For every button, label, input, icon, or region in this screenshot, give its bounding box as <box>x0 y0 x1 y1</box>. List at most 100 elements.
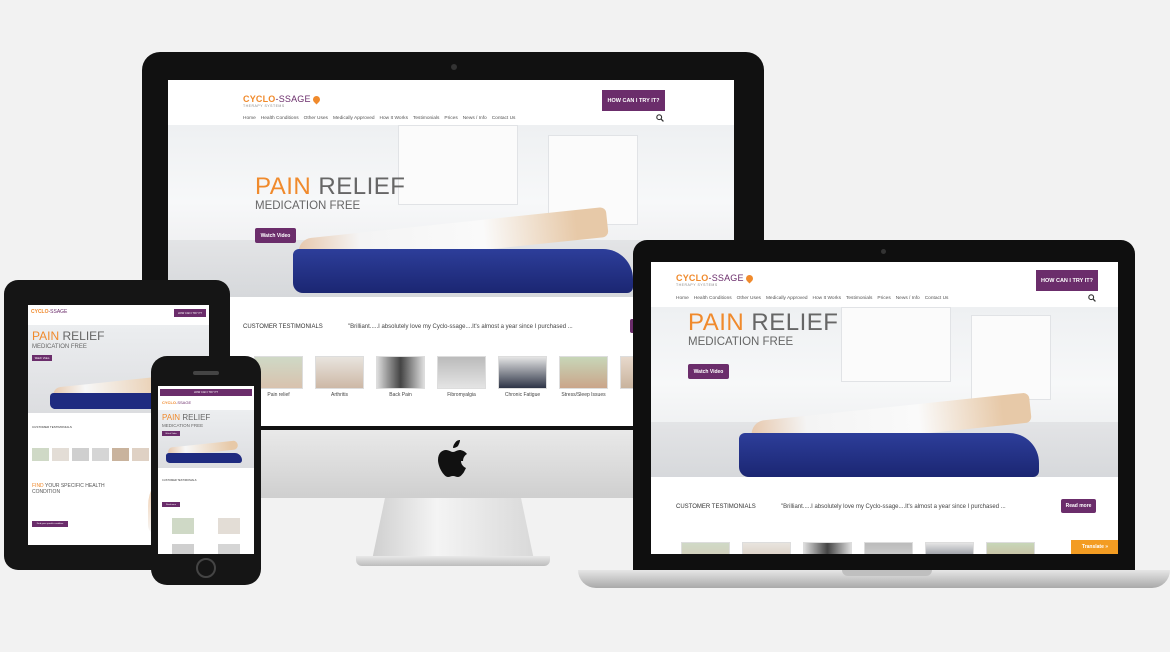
condition-label: Pain relief <box>267 392 290 398</box>
site-logo[interactable]: CYCLO-SSAGE THERAPY SYSTEMS <box>676 273 755 287</box>
imac-camera <box>451 64 457 70</box>
nav-news-info[interactable]: News / Info <box>463 116 487 121</box>
watch-video-button[interactable]: Watch Video <box>688 364 729 379</box>
hero-title: PAIN RELIEF <box>32 329 104 343</box>
heart-icon <box>744 273 755 284</box>
watch-video-button[interactable]: Watch Video <box>255 228 296 243</box>
hero-subtitle: MEDICATION FREE <box>162 423 204 428</box>
imac-stand-foot <box>356 556 550 566</box>
condition-image <box>803 542 852 554</box>
nav-prices[interactable]: Prices <box>444 116 457 121</box>
hero-title: PAIN RELIEF <box>162 413 210 422</box>
condition-image[interactable] <box>92 448 109 461</box>
search-icon[interactable] <box>1088 294 1096 302</box>
condition-label: Chronic Fatigue <box>504 392 541 398</box>
condition-card[interactable]: Back Pain <box>376 356 425 398</box>
condition-card[interactable] <box>864 542 913 554</box>
condition-label: Fibromyalgia <box>447 392 476 398</box>
condition-image[interactable] <box>218 518 240 534</box>
condition-card[interactable]: Chronic Fatigue <box>498 356 547 398</box>
hero-massage-bed-image <box>166 453 242 463</box>
nav-prices[interactable]: Prices <box>877 296 890 301</box>
condition-image <box>437 356 486 389</box>
hero-title-relief: RELIEF <box>182 413 211 422</box>
how-can-i-try-it-button[interactable]: HOW CAN I TRY IT? <box>174 309 206 317</box>
nav-how-it-works[interactable]: How It Works <box>813 296 841 301</box>
imac-stand-neck <box>372 498 534 560</box>
nav-how-it-works[interactable]: How It Works <box>380 116 408 121</box>
site-logo[interactable]: CYCLO-SSAGE <box>31 309 67 315</box>
nav-home[interactable]: Home <box>676 296 689 301</box>
condition-label: Back Pain <box>389 392 412 398</box>
nav-health-conditions[interactable]: Health Conditions <box>261 116 299 121</box>
nav-other-uses[interactable]: Other Uses <box>304 116 328 121</box>
nav-testimonials[interactable]: Testimonials <box>413 116 439 121</box>
nav-testimonials[interactable]: Testimonials <box>846 296 872 301</box>
how-can-i-try-it-button[interactable]: HOW CAN I TRY IT? <box>602 90 665 111</box>
hero-title-pain: PAIN <box>688 309 745 336</box>
nav-home[interactable]: Home <box>243 116 256 121</box>
condition-card[interactable] <box>681 542 730 554</box>
nav-contact-us[interactable]: Contact Us <box>925 296 949 301</box>
nav-contact-us[interactable]: Contact Us <box>492 116 516 121</box>
find-condition-title: FIND YOUR SPECIFIC HEALTH CONDITION <box>32 483 112 495</box>
condition-image <box>315 356 364 389</box>
hero-title: PAIN RELIEF <box>255 173 405 201</box>
read-more-button[interactable]: Read more <box>162 502 180 507</box>
condition-card[interactable]: Arthritis <box>315 356 364 398</box>
condition-image[interactable] <box>32 448 49 461</box>
condition-image <box>864 542 913 554</box>
nav-other-uses[interactable]: Other Uses <box>737 296 761 301</box>
logo-text-ssage: -SSAGE <box>708 273 744 283</box>
conditions-cards: Pain relief Arthritis Back Pain Fibromya… <box>254 356 669 398</box>
hero-banner: PAIN RELIEF MEDICATION FREE Watch Video <box>651 307 1118 477</box>
condition-image <box>498 356 547 389</box>
search-icon[interactable] <box>656 114 664 122</box>
how-can-i-try-it-button[interactable]: HOW CAN I TRY IT? <box>160 389 252 396</box>
phone-home-button[interactable] <box>196 558 216 578</box>
condition-card[interactable] <box>742 542 791 554</box>
main-nav: Home Health Conditions Other Uses Medica… <box>243 116 515 121</box>
read-more-button[interactable]: Read more <box>1061 499 1096 513</box>
logo-text-main: CYCLO <box>676 273 709 283</box>
nav-health-conditions[interactable]: Health Conditions <box>694 296 732 301</box>
nav-medically-approved[interactable]: Medically Approved <box>766 296 808 301</box>
condition-card[interactable]: Stress/Sleep Issues <box>559 356 608 398</box>
hero-title-pain: PAIN <box>255 173 312 200</box>
hero-title-pain: PAIN <box>162 413 181 422</box>
hero-title: PAIN RELIEF <box>688 309 838 337</box>
site-logo[interactable]: CYCLO-SSAGE THERAPY SYSTEMS <box>243 94 322 108</box>
logo-text-main: CYCLO <box>31 309 49 315</box>
logo-text-ssage: -SSAGE <box>48 309 68 315</box>
watch-video-button[interactable]: Watch Video <box>32 355 52 361</box>
logo-text-ssage: -SSAGE <box>275 94 311 104</box>
main-nav: Home Health Conditions Other Uses Medica… <box>676 296 948 301</box>
condition-image[interactable] <box>72 448 89 461</box>
device-mockup-stage: CYCLO-SSAGE THERAPY SYSTEMS HOW CAN I TR… <box>0 0 1170 652</box>
condition-card[interactable] <box>803 542 852 554</box>
site-header: CYCLO-SSAGE THERAPY SYSTEMS HOW CAN I TR… <box>168 80 734 125</box>
translate-button[interactable]: Translate » <box>1071 540 1118 554</box>
condition-card[interactable]: Pain relief <box>254 356 303 398</box>
nav-medically-approved[interactable]: Medically Approved <box>333 116 375 121</box>
nav-news-info[interactable]: News / Info <box>896 296 920 301</box>
laptop-notch <box>842 570 932 576</box>
condition-image[interactable] <box>172 544 194 554</box>
testimonials-label: CUSTOMER TESTIMONIALS <box>243 324 323 330</box>
condition-image <box>376 356 425 389</box>
condition-image[interactable] <box>172 518 194 534</box>
hero-window <box>971 315 1051 400</box>
find-condition-button[interactable]: Find your specific condition <box>32 521 68 527</box>
condition-card[interactable]: Fibromyalgia <box>437 356 486 398</box>
condition-card[interactable] <box>986 542 1035 554</box>
condition-image[interactable] <box>132 448 149 461</box>
how-can-i-try-it-button[interactable]: HOW CAN I TRY IT? <box>1036 270 1098 291</box>
condition-image[interactable] <box>112 448 129 461</box>
site-logo[interactable]: CYCLO-SSAGE <box>162 400 191 405</box>
hero-title-pain: PAIN <box>32 329 60 343</box>
condition-image[interactable] <box>52 448 69 461</box>
condition-image[interactable] <box>218 544 240 554</box>
watch-video-button[interactable]: Watch Video <box>162 431 180 436</box>
condition-card[interactable] <box>925 542 974 554</box>
logo-subtitle: THERAPY SYSTEMS <box>676 283 718 287</box>
